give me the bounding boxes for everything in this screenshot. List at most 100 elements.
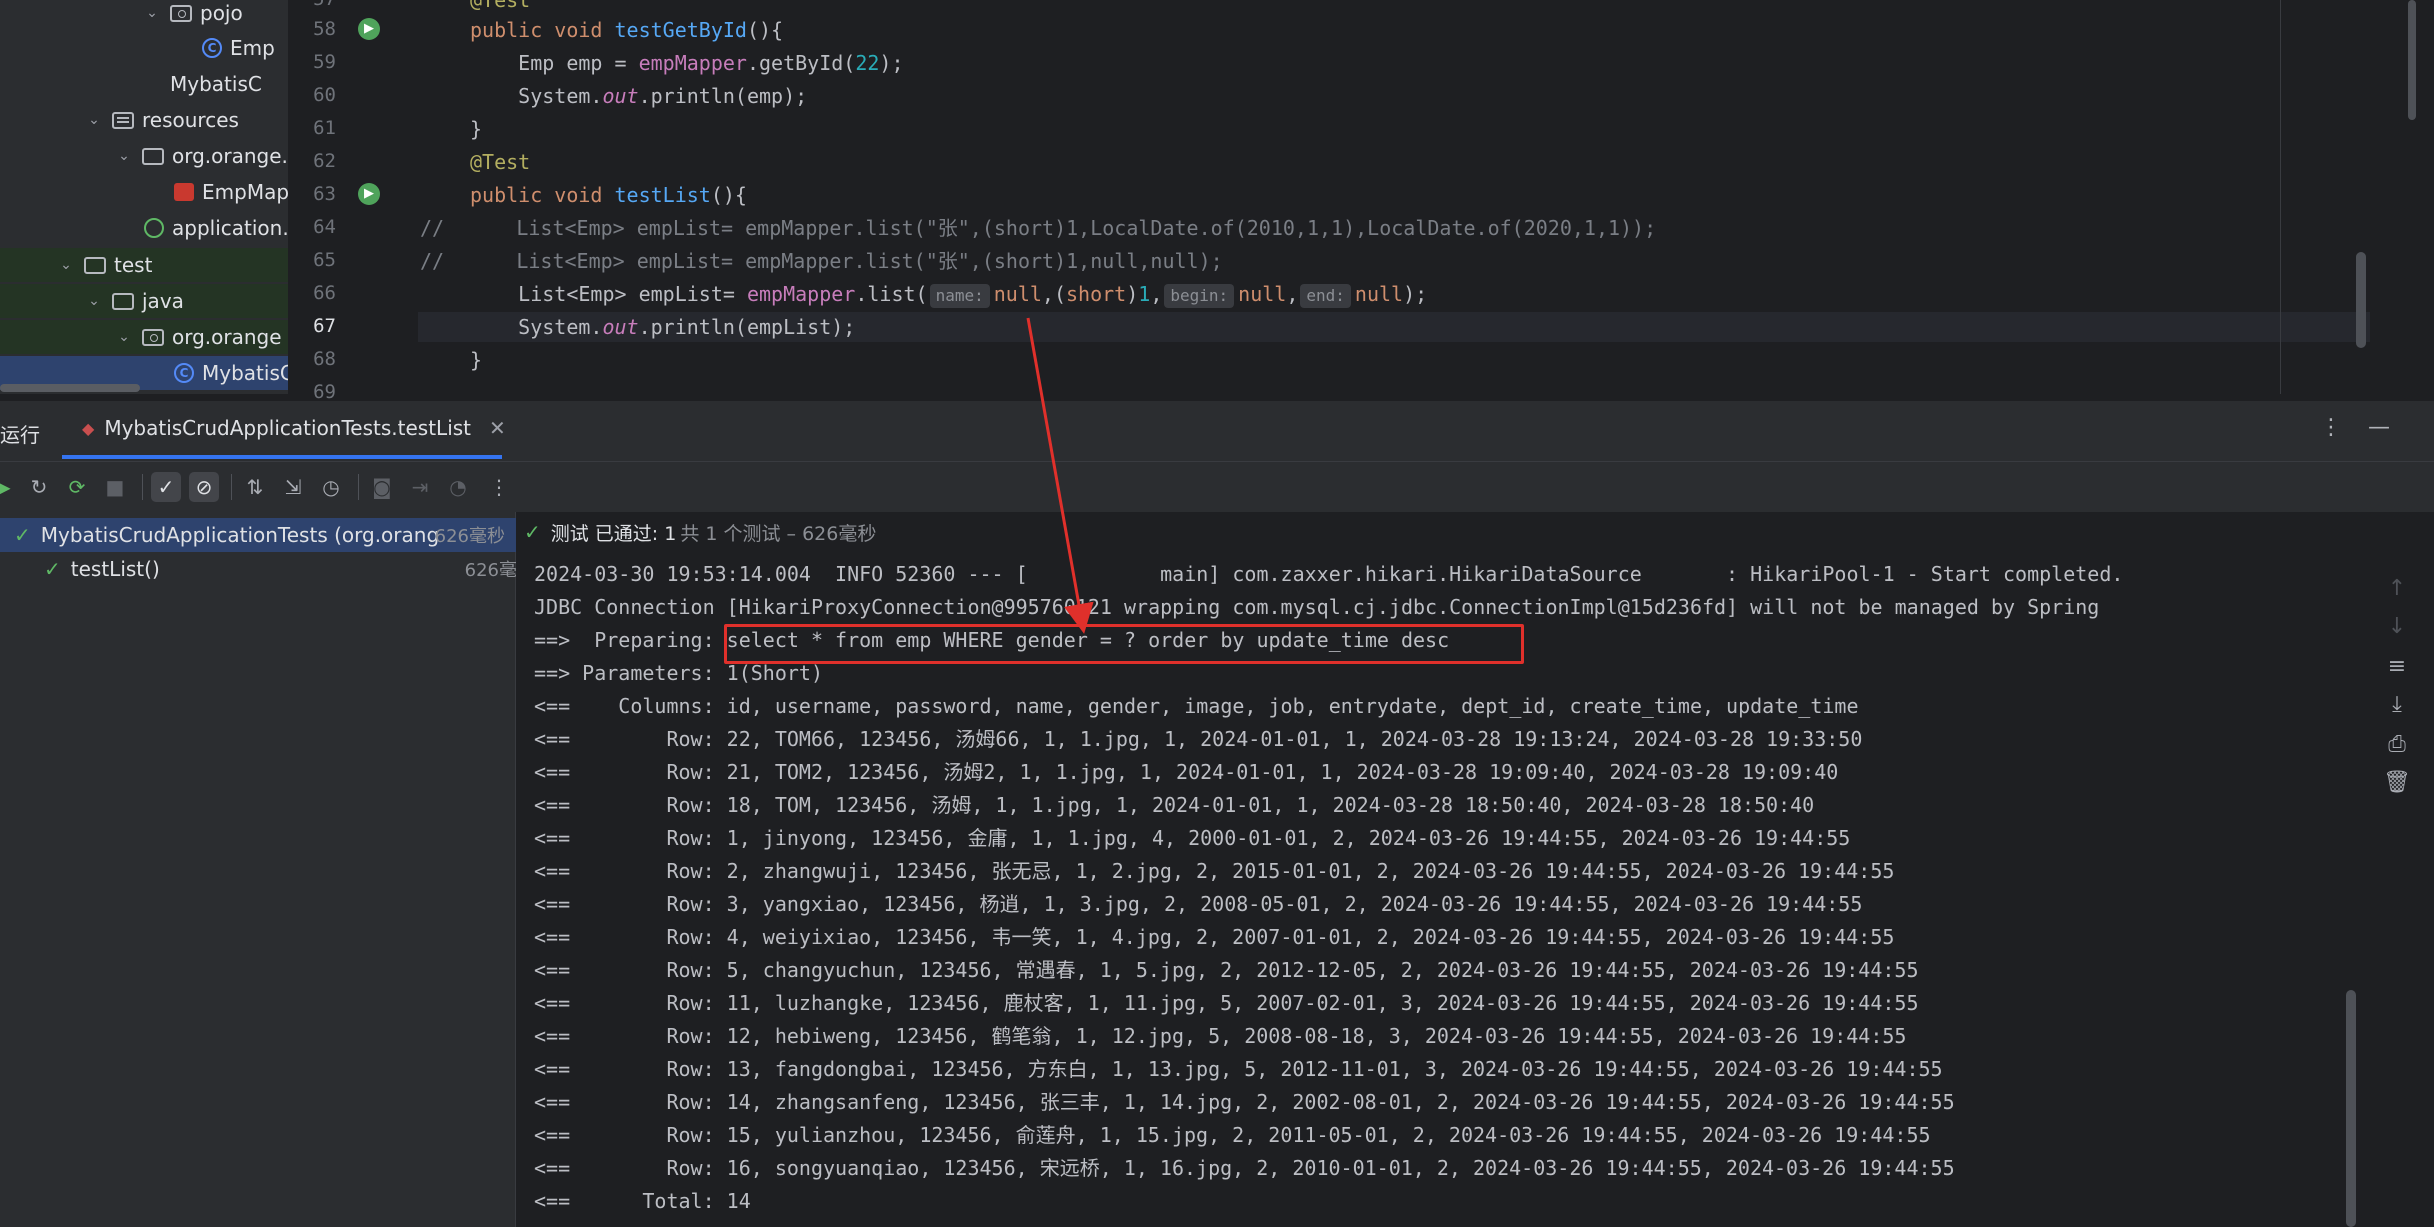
chevron-down-icon[interactable]: ⌄ [86, 112, 102, 128]
line-number: 63 [313, 183, 336, 205]
stop-icon[interactable]: ■ [100, 472, 130, 502]
scroll-to-end-icon[interactable]: ⤓ [2382, 692, 2412, 722]
console-line: <== Row: 14, zhangsanfeng, 123456, 张三丰, … [534, 1090, 1955, 1114]
passed-check-icon: ✓ [44, 557, 61, 581]
console-line: <== Columns: id, username, password, nam… [534, 694, 1859, 718]
tree-item-application-properties[interactable]: application.p [0, 211, 288, 245]
rerun-icon[interactable]: ▶ [0, 472, 18, 502]
console-line: <== Row: 5, changyuchun, 123456, 常遇春, 1,… [534, 958, 1919, 982]
toggle-auto-test-icon[interactable]: ⟳ [62, 472, 92, 502]
coverage-icon[interactable]: ◔ [443, 472, 473, 502]
soft-wrap-icon[interactable]: ≡ [2382, 654, 2412, 684]
import-tests-icon[interactable]: ⇥ [405, 472, 435, 502]
test-method-row[interactable]: ✓ testList() 626毫秒 [0, 552, 559, 586]
line-number: 57 [288, 0, 336, 10]
test-detail-summary: 共 1 个测试 – 626毫秒 [680, 522, 877, 545]
chevron-down-icon[interactable]: ⌄ [116, 329, 132, 345]
arrow-up-icon[interactable]: ↑ [2382, 576, 2412, 606]
line-number: 68 [313, 348, 336, 370]
run-test-icon[interactable]: ▶ [358, 183, 380, 205]
tree-item-org-orange[interactable]: ⌄ org.orange [0, 320, 288, 354]
test-pass-summary: 测试 已通过: 1 [550, 522, 677, 545]
console-line: <== Row: 12, hebiweng, 123456, 鹤笔翁, 1, 1… [534, 1024, 1907, 1048]
console-line: <== Row: 2, zhangwuji, 123456, 张无忌, 1, 2… [534, 859, 1895, 883]
more-options-icon[interactable]: ⋮ [484, 472, 514, 502]
tree-item-mybatis-main[interactable]: MybatisC [0, 67, 288, 101]
code-line: Emp emp = empMapper.getById(22); [470, 51, 904, 75]
folder-icon [84, 256, 106, 274]
toolbar-separator [142, 474, 143, 500]
line-number: 67 [313, 315, 336, 337]
mapper-xml-icon [174, 183, 194, 201]
run-test-icon[interactable]: ▶ [358, 18, 380, 40]
test-class-row[interactable]: ✓ MybatisCrudApplicationTests (org.orang… [0, 518, 529, 552]
line-number: 58 [313, 18, 336, 40]
chevron-down-icon[interactable]: ⌄ [144, 5, 160, 21]
sort-by-duration-icon[interactable]: ⇲ [278, 472, 308, 502]
console-output[interactable]: ✓ 测试 已通过: 1 共 1 个测试 – 626毫秒 2024-03-30 1… [516, 512, 2362, 1227]
console-line: <== Row: 1, jinyong, 123456, 金庸, 1, 1.jp… [534, 826, 1851, 850]
toolbar-separator [231, 474, 232, 500]
chevron-down-icon[interactable]: ⌄ [86, 293, 102, 309]
param-hint-name: name: [929, 284, 990, 308]
console-line: <== Row: 3, yangxiao, 123456, 杨逍, 1, 3.j… [534, 892, 1863, 916]
folder-icon [142, 147, 164, 165]
test-duration: 626毫秒 [434, 526, 505, 547]
tree-item-pojo[interactable]: ⌄ pojo [0, 0, 288, 30]
camera-icon[interactable]: ◙ [367, 472, 397, 502]
console-line: <== Row: 4, weiyixiao, 123456, 韦一笑, 1, 4… [534, 925, 1895, 949]
code-editor[interactable]: @Test public void testGetById(){ Emp emp… [418, 0, 2370, 394]
tree-item-org-orange-m[interactable]: ⌄ org.orange.m [0, 139, 288, 173]
trash-icon[interactable]: 🗑 [2382, 770, 2412, 800]
chevron-down-icon[interactable]: ⌄ [116, 148, 132, 164]
minimize-icon[interactable]: — [2368, 415, 2416, 440]
more-options-icon[interactable]: ⋮ [2320, 415, 2368, 440]
tree-item-emp[interactable]: C Emp [0, 31, 288, 65]
run-window-actions: ⋮— [2320, 415, 2416, 440]
console-line: <== Row: 15, yulianzhou, 123456, 俞莲舟, 1,… [534, 1123, 1931, 1147]
console-line: <== Row: 22, TOM66, 123456, 汤姆66, 1, 1.j… [534, 727, 1863, 751]
code-line: System.out.println(emp); [470, 84, 808, 108]
folder-icon [112, 292, 134, 310]
console-line: <== Row: 21, TOM2, 123456, 汤姆2, 1, 1.jpg… [534, 760, 1839, 784]
show-ignored-icon[interactable]: ⊘ [189, 472, 219, 502]
arrow-down-icon[interactable]: ↓ [2382, 614, 2412, 644]
run-tab-label: MybatisCrudApplicationTests.testList [104, 416, 472, 440]
run-toolbar: ▶ ↻ ⟳ ■ ✓ ⊘ ⇅ ⇲ ◷ ◙ ⇥ ◔ ⋮ [0, 461, 2434, 513]
tree-scrollbar[interactable] [0, 384, 140, 392]
show-passed-icon[interactable]: ✓ [151, 472, 181, 502]
code-line-comment: // List<Emp> empList= empMapper.list("张"… [420, 249, 1223, 273]
editor-gutter: 57 58 59 60 61 62 63 64 65 66 67 68 69 ▶… [288, 0, 418, 403]
run-tool-window-header: 运行 ◆ MybatisCrudApplicationTests.testLis… [0, 400, 2434, 461]
print-icon[interactable]: ⎙ [2382, 732, 2412, 762]
tree-item-empmapper-xml[interactable]: EmpMapp [0, 175, 288, 209]
package-icon [170, 4, 192, 22]
console-line: <== Row: 11, luzhangke, 123456, 鹿杖客, 1, … [534, 991, 1919, 1015]
run-tab[interactable]: ◆ MybatisCrudApplicationTests.testList ✕ [62, 401, 506, 459]
passed-check-icon: ✓ [524, 520, 541, 544]
editor-scrollbar[interactable] [2356, 252, 2366, 348]
editor-right-strip [2370, 0, 2434, 394]
console-scrollbar[interactable] [2346, 990, 2356, 1227]
close-icon[interactable]: ✕ [489, 416, 506, 440]
console-line: <== Row: 13, fangdongbai, 123456, 方东白, 1… [534, 1057, 1943, 1081]
code-line: @Test [470, 0, 531, 12]
class-icon: C [202, 38, 222, 58]
code-line-current: System.out.println(empList); [418, 312, 2370, 342]
tree-item-test[interactable]: ⌄ test [0, 248, 288, 282]
tree-item-resources[interactable]: ⌄ resources [0, 103, 288, 137]
param-hint-end: end: [1300, 284, 1351, 308]
line-number: 60 [313, 84, 336, 106]
tree-item-java[interactable]: ⌄ java [0, 284, 288, 318]
chevron-down-icon[interactable]: ⌄ [58, 257, 74, 273]
class-icon: C [174, 363, 194, 383]
toolbar-separator [358, 474, 359, 500]
line-number: 65 [313, 249, 336, 271]
editor-vertical-scrollbar[interactable] [2408, 0, 2416, 120]
test-history-icon[interactable]: ◷ [316, 472, 346, 502]
line-number: 61 [313, 117, 336, 139]
rerun-failed-icon[interactable]: ↻ [24, 472, 54, 502]
sort-alphabetically-icon[interactable]: ⇅ [240, 472, 270, 502]
code-line: } [470, 348, 483, 372]
test-method-label: testList() [70, 557, 160, 581]
